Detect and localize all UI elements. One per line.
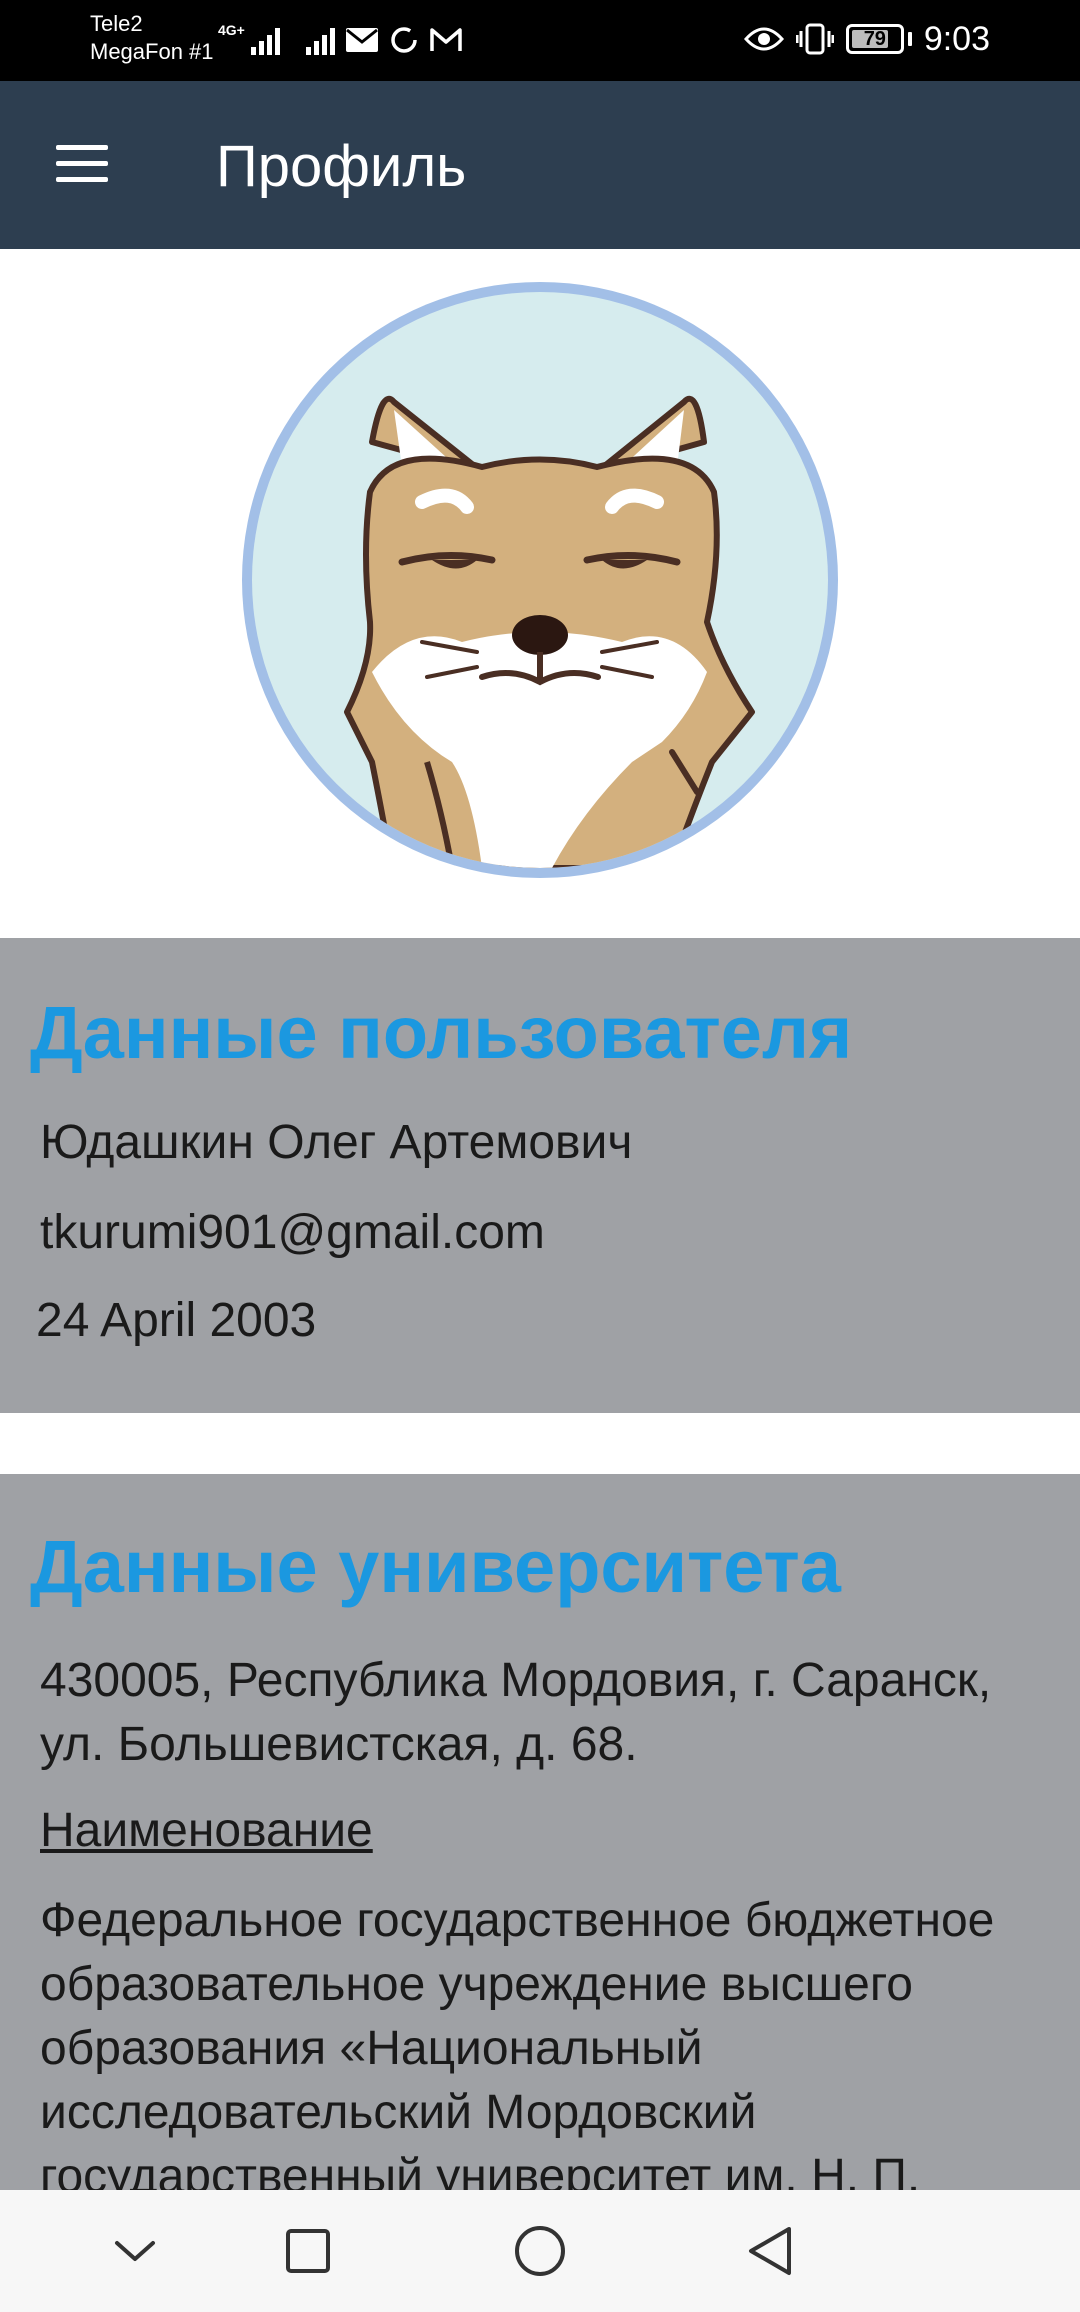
eye-icon <box>743 27 784 51</box>
circle-icon[interactable] <box>507 2218 573 2284</box>
battery-level: 79 <box>863 27 886 50</box>
status-bar: Tele2 MegaFon #1 4G+ 79 9:03 <box>0 0 1080 81</box>
shiba-dog-illustration <box>344 395 755 868</box>
university-data-card: Данные университета 430005, Республика М… <box>0 1474 1080 2194</box>
university-name-value: Федеральное государственное бюджетное об… <box>40 1894 995 2194</box>
app-bar: Профиль <box>0 81 1080 249</box>
gmail-icon <box>430 28 462 51</box>
hamburger-menu-icon[interactable] <box>52 139 112 189</box>
user-data-title: Данные пользователя <box>30 991 853 1074</box>
battery-icon: 79 <box>845 24 904 54</box>
signal-2-icon <box>305 25 335 55</box>
carrier-2: MegaFon #1 <box>90 39 214 64</box>
user-email: tkurumi901@gmail.com <box>40 1206 545 1259</box>
page-title: Профиль <box>216 134 467 199</box>
status-icons-left: 4G+ <box>218 20 463 60</box>
status-icons-right: 79 9:03 <box>743 14 990 64</box>
vibrate-icon <box>795 23 834 55</box>
network-type-label: 4G+ <box>218 22 245 38</box>
university-data-title: Данные университета <box>30 1525 841 1608</box>
clock: 9:03 <box>923 19 990 58</box>
user-full-name: Юдашкин Олег Артемович <box>40 1116 633 1169</box>
sync-circle-icon <box>391 27 417 53</box>
avatar-image <box>252 292 828 868</box>
battery-nub <box>907 32 912 46</box>
university-name-label: Наименование <box>40 1804 373 1857</box>
user-data-card: Данные пользователя Юдашкин Олег Артемов… <box>0 938 1080 1413</box>
chevron-down-icon[interactable] <box>102 2218 168 2284</box>
university-address: 430005, Республика Мордовия, г. Саранск,… <box>40 1654 992 1771</box>
triangle-back-icon[interactable] <box>737 2218 803 2284</box>
square-icon[interactable] <box>275 2218 341 2284</box>
user-birth-date: 24 April 2003 <box>36 1294 317 1347</box>
system-navigation-bar <box>0 2190 1080 2312</box>
carrier-1: Tele2 <box>90 11 143 36</box>
mail-icon <box>345 28 378 52</box>
carrier-info: Tele2 MegaFon #1 <box>90 10 214 66</box>
avatar[interactable] <box>242 282 838 878</box>
signal-icon <box>250 25 280 55</box>
